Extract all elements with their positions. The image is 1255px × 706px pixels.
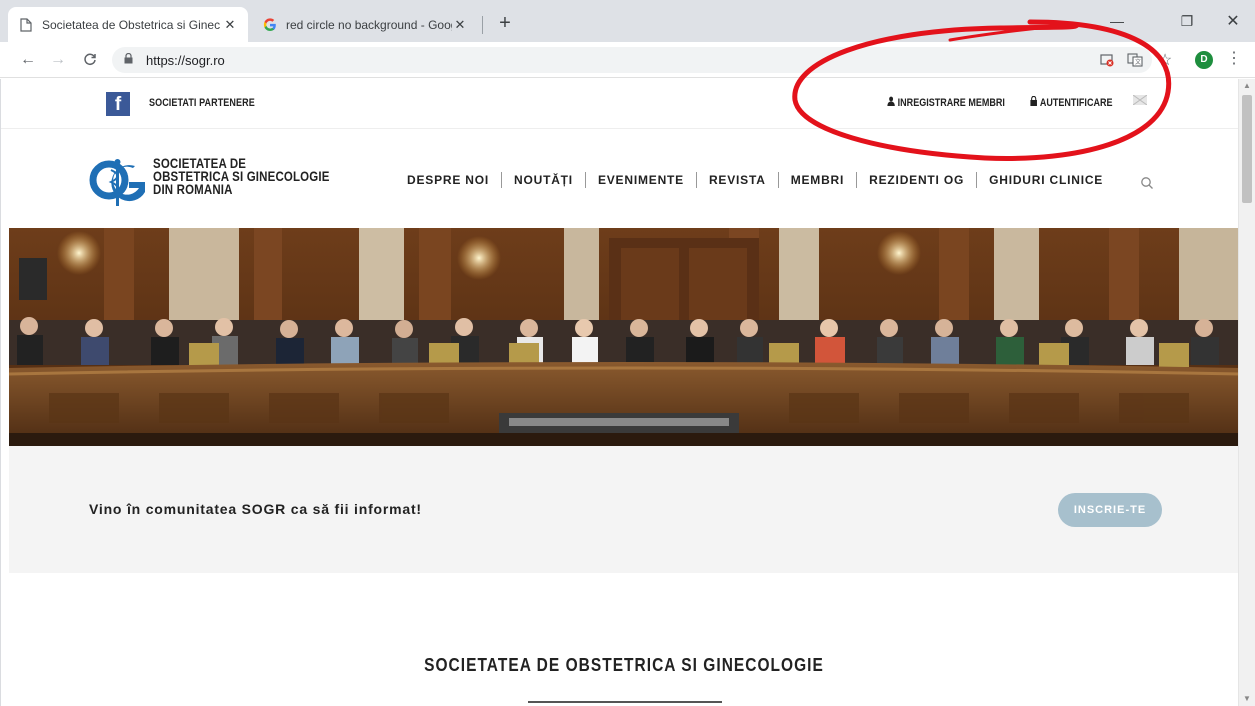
logo-wordmark[interactable]: SOCIETATEA DE OBSTETRICA SI GINECOLOGIE … (153, 156, 329, 197)
nav-ghiduri-clinice[interactable]: GHIDURI CLINICE (977, 173, 1115, 187)
new-tab-button[interactable]: + (492, 11, 518, 37)
browser-tab-title: Societatea de Obstetrica si Ginec (42, 17, 221, 32)
back-button[interactable]: ← (16, 48, 40, 72)
search-icon[interactable] (1140, 176, 1154, 190)
facebook-icon[interactable]: f (106, 92, 130, 116)
nav-noutati[interactable]: NOUTĂȚI (502, 173, 585, 187)
forward-button[interactable]: → (46, 48, 70, 72)
maximize-button[interactable]: ❐ (1164, 6, 1210, 36)
translate-icon[interactable]: 文 (1125, 50, 1145, 70)
scroll-up-arrow-icon[interactable]: ▲ (1239, 79, 1255, 93)
browser-tab-sogr[interactable]: Societatea de Obstetrica si Ginec ✕ (8, 7, 248, 42)
community-banner: Vino în comunitatea SOGR ca să fii infor… (9, 446, 1240, 573)
page-viewport: f SOCIETATI PARTENERE INREGISTRARE MEMBR… (0, 79, 1255, 706)
nav-despre-noi[interactable]: DESPRE NOI (395, 173, 501, 187)
hero-conference-photo (9, 228, 1240, 446)
close-tab-icon[interactable]: ✕ (452, 17, 468, 33)
login-link[interactable]: AUTENTIFICARE (1030, 95, 1113, 109)
svg-text:文: 文 (1135, 58, 1141, 66)
browser-tabstrip: Societatea de Obstetrica si Ginec ✕ red … (0, 0, 1255, 42)
nav-membri[interactable]: MEMBRI (779, 173, 856, 187)
browser-toolbar: ← → https://sogr.ro 文 ☆ D ⋮ (0, 42, 1255, 78)
scroll-down-arrow-icon[interactable]: ▼ (1239, 692, 1255, 706)
lock-icon (124, 52, 138, 67)
nav-rezidenti-og[interactable]: REZIDENTI OG (857, 173, 976, 187)
browser-menu-icon[interactable]: ⋮ (1226, 50, 1242, 70)
close-window-button[interactable]: ✕ (1210, 6, 1255, 36)
site-topbar: f SOCIETATI PARTENERE INREGISTRARE MEMBR… (1, 79, 1239, 129)
user-icon (887, 96, 895, 109)
section-heading: SOCIETATEA DE OBSTETRICA SI GINECOLOGIE (424, 655, 824, 675)
tab-separator (482, 16, 483, 34)
address-bar[interactable]: https://sogr.ro (112, 47, 1152, 73)
logo-line: DIN ROMANIA (153, 181, 233, 197)
sogr-logo-icon[interactable] (89, 158, 149, 208)
reload-button[interactable] (78, 48, 102, 72)
page-scrollbar[interactable]: ▲ ▼ (1238, 79, 1255, 706)
minimize-button[interactable]: — (1094, 6, 1140, 36)
scrollbar-thumb[interactable] (1242, 95, 1252, 203)
register-members-link[interactable]: INREGISTRARE MEMBRI (887, 96, 1005, 109)
reload-icon (84, 53, 96, 66)
profile-avatar[interactable]: D (1195, 51, 1213, 69)
section-divider (528, 701, 722, 703)
language-flag-icon[interactable] (1132, 94, 1148, 108)
lock-icon (1030, 95, 1037, 109)
nav-revista[interactable]: REVISTA (697, 173, 778, 187)
partners-link[interactable]: SOCIETATI PARTENERE (149, 97, 255, 109)
bookmark-star-icon[interactable]: ☆ (1155, 50, 1175, 70)
community-text: Vino în comunitatea SOGR ca să fii infor… (89, 501, 422, 517)
nav-evenimente[interactable]: EVENIMENTE (586, 173, 696, 187)
google-g-icon (262, 17, 278, 33)
register-label: INREGISTRARE MEMBRI (897, 96, 1005, 109)
browser-tab-title: red circle no background - Goog (286, 17, 452, 32)
main-navigation: DESPRE NOI NOUTĂȚI EVENIMENTE REVISTA ME… (395, 172, 1115, 188)
blocked-popup-icon[interactable] (1097, 50, 1117, 70)
page-icon (18, 17, 34, 33)
signup-button[interactable]: INSCRIE-TE (1058, 493, 1162, 527)
browser-tab-google[interactable]: red circle no background - Goog ✕ (252, 7, 478, 42)
close-tab-icon[interactable]: ✕ (222, 17, 238, 33)
login-label: AUTENTIFICARE (1039, 96, 1113, 109)
url-text: https://sogr.ro (146, 52, 225, 68)
